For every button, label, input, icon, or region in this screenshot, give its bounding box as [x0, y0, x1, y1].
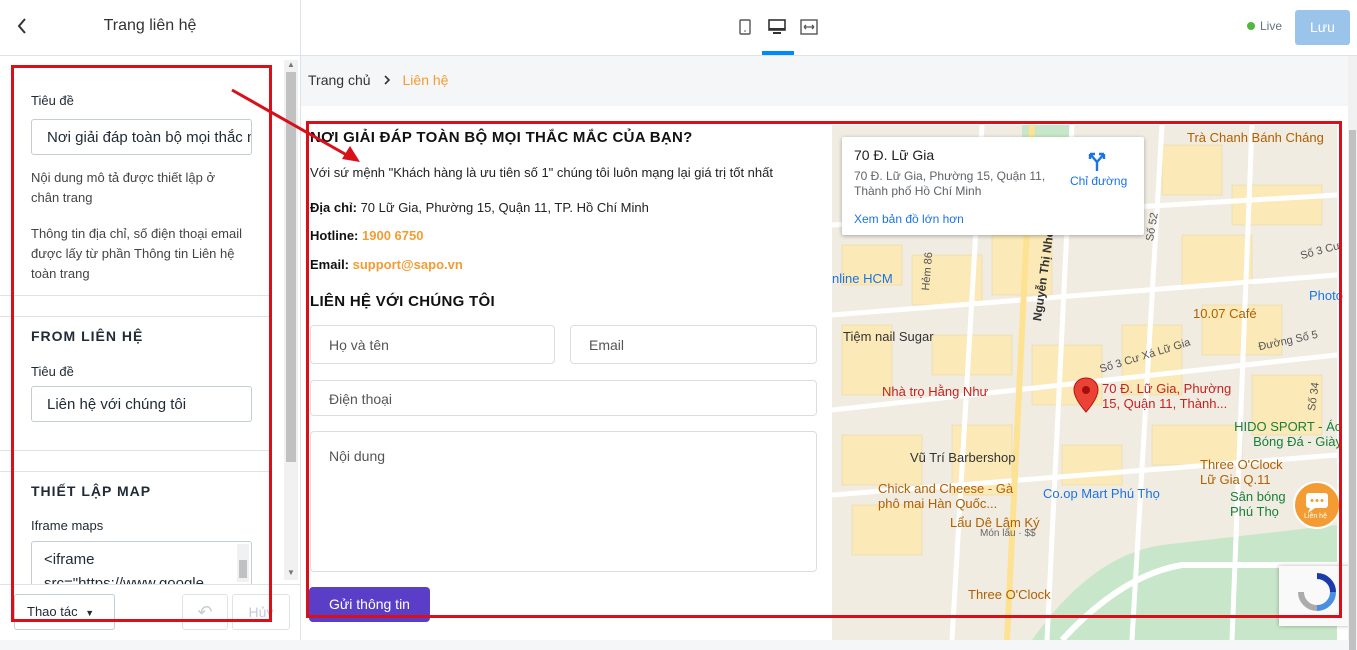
undo-button[interactable]: ↶ — [182, 594, 228, 630]
live-label: Live — [1260, 19, 1283, 33]
map-poi[interactable]: Sân bóng Phú Thọ — [1230, 489, 1298, 519]
map-poi[interactable]: Three O'Clock Lữ Gia Q.11 — [1200, 457, 1292, 487]
email-label: Email: — [310, 257, 350, 272]
mobile-icon[interactable] — [734, 15, 756, 39]
map-pin-label: 70 Đ. Lữ Gia, Phường 15, Quận 11, Thành.… — [1102, 381, 1232, 411]
form-setting: FROM LIÊN HỆ Tiêu đề Liên hệ với chúng t… — [12, 328, 270, 422]
map-poi[interactable]: HIDO SPORT - Áo Bóng Đá - Giày — [1222, 419, 1342, 449]
email-line: Email: support@sapo.vn — [310, 257, 463, 272]
hotline-line: Hotline: 1900 6750 — [310, 228, 423, 243]
map-poi[interactable]: nline HCM — [832, 271, 893, 286]
annotation-arrow-icon — [231, 88, 360, 162]
directions-link[interactable]: Chỉ đường — [1070, 174, 1127, 188]
desktop-icon[interactable] — [766, 15, 788, 39]
map-poi[interactable]: 10.07 Café — [1193, 306, 1257, 321]
breadcrumb-current: Liên hệ — [402, 72, 449, 88]
iframe-label: Iframe maps — [31, 518, 104, 533]
name-input[interactable]: Họ và tên — [310, 325, 555, 364]
live-status: Live — [1247, 19, 1282, 33]
map-poi[interactable]: Trà Chanh Bánh Cháng — [1187, 130, 1324, 145]
scroll-up-icon[interactable]: ▲ — [287, 60, 295, 69]
location-pin-icon[interactable] — [1073, 377, 1099, 413]
map-setting: THIẾT LẬP MAP Iframe maps <iframe src="h… — [12, 483, 270, 586]
fullwidth-icon[interactable] — [798, 15, 820, 39]
chat-icon — [1306, 493, 1328, 513]
hotline-label: Hotline: — [310, 228, 359, 243]
undo-icon: ↶ — [197, 602, 213, 622]
map-poi[interactable]: Three O'Clock — [968, 587, 1051, 602]
chat-label: Liên hệ — [1304, 513, 1327, 520]
map-section-title: THIẾT LẬP MAP — [31, 483, 152, 499]
map-place-name: 70 Đ. Lữ Gia — [854, 147, 935, 163]
contact-info-help-text: Thông tin địa chỉ, số điện thoại email đ… — [31, 226, 243, 281]
form-title-input[interactable]: Liên hệ với chúng tôi — [31, 386, 252, 422]
textarea-scrollbar[interactable] — [237, 544, 249, 582]
contact-heading: NƠI GIẢI ĐÁP TOÀN BỘ MỌI THẮC MẮC CỦA BẠ… — [310, 129, 693, 146]
preview-scrollbar[interactable] — [1348, 56, 1357, 650]
map-poi[interactable]: Vũ Trí Barbershop — [910, 450, 1016, 465]
iframe-textarea[interactable]: <iframe src="https://www.google — [31, 541, 252, 586]
chevron-left-icon[interactable] — [12, 16, 32, 40]
action-dropdown[interactable]: Thao tác ▼ — [14, 594, 115, 630]
map-place-address: 70 Đ. Lữ Gia, Phường 15, Quận 11, Thành … — [854, 169, 1046, 198]
page-title: Trang liên hệ — [103, 17, 197, 34]
message-textarea[interactable]: Nội dung — [310, 431, 817, 572]
recaptcha-icon — [1298, 573, 1336, 611]
larger-map-link[interactable]: Xem bản đồ lớn hơn — [854, 212, 964, 226]
iframe-value: <iframe src="https://www.google — [44, 551, 204, 586]
map-poi[interactable]: Photo — [1309, 288, 1343, 303]
save-button[interactable]: Lưu — [1295, 10, 1350, 45]
submit-button[interactable]: Gửi thông tin — [309, 587, 430, 622]
caret-down-icon: ▼ — [85, 608, 95, 618]
active-device-indicator — [762, 51, 794, 55]
live-dot-icon — [1247, 22, 1255, 30]
cancel-button[interactable]: Hủy — [232, 594, 290, 630]
contact-content: NƠI GIẢI ĐÁP TOÀN BỘ MỌI THẮC MẮC CỦA BẠ… — [310, 124, 825, 180]
address-label: Địa chỉ: — [310, 200, 357, 215]
chevron-right-icon — [383, 72, 391, 88]
form-heading: LIÊN HỆ VỚI CHÚNG TÔI — [310, 293, 495, 310]
directions-icon[interactable] — [1086, 150, 1108, 177]
divider — [0, 316, 270, 317]
description-help-text: Nội dung mô tả được thiết lập ở chân tra… — [31, 170, 216, 205]
map-poi-subtitle: Món lẩu · $$ — [980, 528, 1036, 539]
form-section-title: FROM LIÊN HỆ — [31, 328, 144, 344]
address-value: 70 Lữ Gia, Phường 15, Quận 11, TP. Hồ Ch… — [356, 200, 649, 215]
recaptcha-badge[interactable] — [1279, 566, 1357, 626]
email-input[interactable]: Email — [570, 325, 817, 364]
action-label: Thao tác — [27, 604, 78, 619]
scroll-down-icon[interactable]: ▼ — [287, 568, 295, 577]
map-poi[interactable]: Nhà trọ Hằng Như — [882, 384, 988, 399]
divider — [0, 295, 270, 296]
form-title-label: Tiêu đề — [31, 364, 74, 379]
hotline-value[interactable]: 1900 6750 — [358, 228, 423, 243]
title-input[interactable]: Nơi giải đáp toàn bộ mọi thắc mắc của bạ… — [31, 119, 252, 155]
contact-chat-button[interactable] — [1293, 481, 1341, 529]
mission-text: Với sứ mệnh "Khách hàng là ưu tiên số 1"… — [310, 165, 773, 180]
map-info-card: 70 Đ. Lữ Gia 70 Đ. Lữ Gia, Phường 15, Qu… — [842, 137, 1144, 235]
top-bar: Trang liên hệ Live Lưu — [0, 0, 1357, 56]
phone-input[interactable]: Điện thoại — [310, 380, 817, 416]
email-value[interactable]: support@sapo.vn — [349, 257, 463, 272]
address-line: Địa chỉ: 70 Lữ Gia, Phường 15, Quận 11, … — [310, 200, 649, 215]
map-poi[interactable]: Chick and Cheese - Gà phô mai Hàn Quốc..… — [878, 481, 1028, 511]
scrollbar-thumb[interactable] — [1349, 130, 1356, 650]
divider — [0, 471, 270, 472]
divider — [0, 450, 270, 451]
map-poi[interactable]: Tiệm nail Sugar — [843, 329, 934, 344]
map-poi[interactable]: Co.op Mart Phú Thọ — [1043, 486, 1160, 501]
device-switcher — [734, 15, 820, 39]
